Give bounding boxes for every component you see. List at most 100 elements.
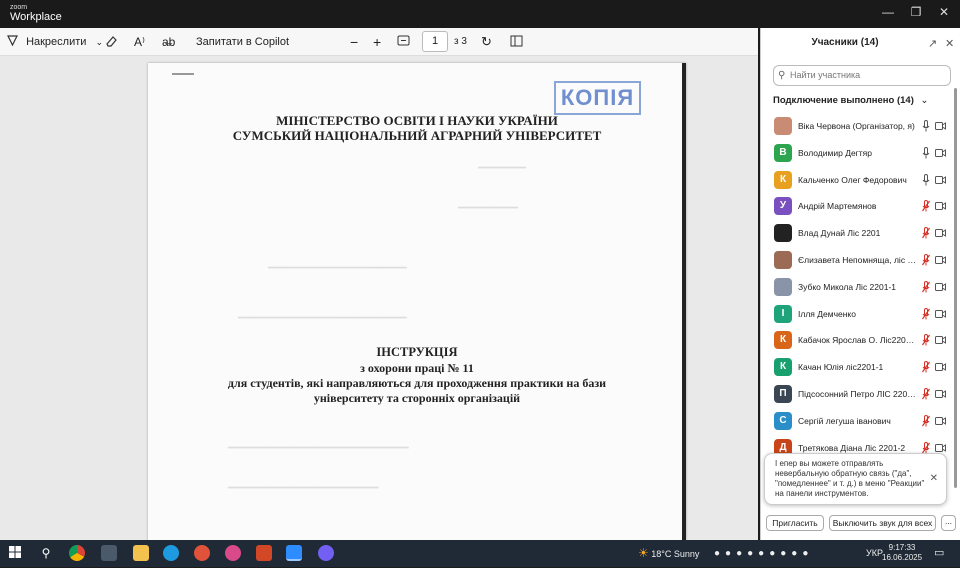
- participant-name: Кабачок Ярослав О. Ліс2201-1: [798, 335, 918, 346]
- maximize-icon[interactable]: ❐: [908, 5, 924, 19]
- connected-group-header[interactable]: Подключение выполнено (14) ⌄: [773, 95, 929, 106]
- rotate-icon[interactable]: ↻: [481, 28, 492, 56]
- system-tray-icons[interactable]: ●●●●●●●●●: [714, 540, 813, 567]
- video-off-icon[interactable]: [935, 229, 946, 238]
- search-placeholder: Найти участника: [790, 70, 861, 80]
- chrome-profile-2-icon[interactable]: [225, 545, 241, 561]
- mic-muted-icon[interactable]: [922, 200, 930, 212]
- eraser-icon[interactable]: [104, 28, 118, 56]
- close-panel-icon[interactable]: ✕: [945, 37, 954, 50]
- video-off-icon[interactable]: [935, 363, 946, 372]
- participant-row[interactable]: С Сергій легуша іванович: [761, 408, 951, 435]
- pdf-toolbar: Накреслити ⌄ A⁾ a̶b Запитати в Copilot −…: [0, 28, 758, 56]
- draw-label: Накреслити: [26, 36, 87, 48]
- language-indicator[interactable]: УКР: [866, 540, 883, 567]
- video-off-icon[interactable]: [935, 416, 946, 425]
- read-aloud-icon[interactable]: A⁾: [134, 28, 145, 56]
- invite-button[interactable]: Пригласить: [766, 515, 824, 531]
- participant-row[interactable]: Єлизавета Непомняща, ліс 22...: [761, 247, 951, 274]
- mic-muted-icon[interactable]: [922, 441, 930, 453]
- zoom-out-icon[interactable]: −: [350, 28, 358, 56]
- video-off-icon[interactable]: [935, 175, 946, 184]
- close-toast-icon[interactable]: ✕: [930, 474, 938, 484]
- participant-list-scrollbar[interactable]: [954, 88, 957, 488]
- brand-small: zoom: [10, 4, 28, 11]
- participant-row[interactable]: К Качан Юлія ліс2201-1: [761, 354, 951, 381]
- avatar: [774, 224, 792, 243]
- video-off-icon[interactable]: [935, 256, 946, 264]
- mic-icon[interactable]: [922, 173, 930, 186]
- avatar: [774, 117, 792, 135]
- more-button[interactable]: ...: [941, 515, 956, 531]
- video-off-icon[interactable]: [935, 336, 946, 345]
- avatar: [774, 251, 792, 269]
- mic-icon[interactable]: [922, 146, 930, 159]
- participant-name: Кальченко Олег Федорович: [798, 174, 907, 185]
- weather-sun-icon: ☀: [638, 546, 649, 560]
- video-off-icon[interactable]: [935, 202, 946, 211]
- bleed-through-text: ━━━━━━━━━━━━━━━━━━━━━━━━━━━━: [238, 313, 407, 324]
- bleed-through-text: ━━━━━━━━━━━━━━━━━━━━━━━━━━━━━━: [228, 443, 409, 454]
- translate-icon[interactable]: a̶b: [162, 28, 175, 56]
- ask-copilot-button[interactable]: Запитати в Copilot: [196, 28, 289, 56]
- close-icon[interactable]: ✕: [936, 5, 952, 19]
- video-off-icon[interactable]: [935, 282, 946, 291]
- file-explorer-icon[interactable]: [133, 545, 149, 561]
- document-page: КОПІЯ МІНІСТЕРСТВО ОСВІТИ І НАУКИ УКРАЇН…: [148, 63, 686, 540]
- video-off-icon[interactable]: [935, 390, 946, 398]
- search-input[interactable]: ⚲ Найти участника: [773, 65, 951, 86]
- mic-muted-icon[interactable]: [922, 227, 930, 239]
- bleed-through-text: ━━━━━━━━━━: [458, 203, 519, 214]
- weather-widget[interactable]: ☀ 18°C Sunny: [638, 540, 699, 568]
- participant-row[interactable]: К Кабачок Ярослав О. Ліс2201-1: [761, 327, 951, 354]
- pop-out-icon[interactable]: ↗: [928, 37, 937, 50]
- mic-muted-icon[interactable]: [922, 361, 930, 373]
- participant-row[interactable]: Влад Дунай Ліс 2201: [761, 220, 951, 247]
- fit-page-icon[interactable]: [397, 28, 410, 56]
- participant-row[interactable]: І Ілля Демченко: [761, 301, 951, 328]
- video-off-icon[interactable]: [935, 443, 946, 452]
- minimize-icon[interactable]: —: [880, 5, 896, 19]
- video-off-icon[interactable]: [935, 122, 946, 130]
- participant-row[interactable]: П Підсосонний Петро ЛІС 2201-2: [761, 381, 951, 408]
- chrome-profile-icon[interactable]: [194, 545, 210, 561]
- mic-muted-icon[interactable]: [922, 414, 930, 427]
- chrome-icon[interactable]: [69, 545, 85, 561]
- document-viewer[interactable]: КОПІЯ МІНІСТЕРСТВО ОСВІТИ І НАУКИ УКРАЇН…: [0, 56, 758, 540]
- participant-row[interactable]: В Володимир Дегтяр: [761, 140, 951, 167]
- chevron-down-icon: ⌄: [920, 95, 929, 106]
- avatar: І: [774, 304, 792, 323]
- participant-row[interactable]: Віка Червона (Організатор, я): [761, 113, 951, 140]
- participant-row[interactable]: У Андрій Мартемянов: [761, 193, 951, 220]
- windows-start-icon[interactable]: [8, 545, 24, 561]
- zoom-taskbar-icon[interactable]: [286, 545, 302, 561]
- weather-desc: Sunny: [673, 549, 700, 559]
- mic-muted-icon[interactable]: [922, 307, 930, 320]
- draw-tool[interactable]: Накреслити ⌄: [6, 28, 103, 56]
- mic-muted-icon[interactable]: [922, 280, 930, 293]
- viber-icon[interactable]: [318, 545, 334, 561]
- participant-row[interactable]: Зубко Микола Ліс 2201-1: [761, 274, 951, 301]
- participant-name: Віка Червона (Організатор, я): [798, 121, 915, 131]
- participants-panel: Учасники (14) ↗ ✕ ⚲ Найти участника Подк…: [760, 28, 960, 540]
- mic-icon[interactable]: [922, 120, 930, 132]
- mic-muted-icon[interactable]: [922, 254, 930, 266]
- page-number-input[interactable]: 1: [422, 31, 448, 52]
- zoom-in-icon[interactable]: +: [373, 28, 381, 56]
- avatar: У: [774, 197, 792, 216]
- participant-row[interactable]: Д Третякова Діана Ліс 2201-2: [761, 435, 951, 453]
- app-icon-1[interactable]: [101, 545, 117, 561]
- search-icon[interactable]: ⚲: [38, 545, 54, 561]
- notifications-icon[interactable]: ▭: [934, 540, 944, 567]
- mic-muted-icon[interactable]: [922, 388, 930, 400]
- participant-row[interactable]: К Кальченко Олег Федорович: [761, 167, 951, 194]
- mute-all-button[interactable]: Выключить звук для всех: [829, 515, 936, 531]
- connected-label: Подключение выполнено (14): [773, 95, 914, 106]
- video-off-icon[interactable]: [935, 148, 946, 157]
- mic-muted-icon[interactable]: [922, 334, 930, 346]
- page-view-icon[interactable]: [510, 28, 523, 56]
- office-icon[interactable]: [256, 545, 272, 561]
- edge-icon[interactable]: [163, 545, 179, 561]
- clock[interactable]: 9:17:33 16.06.2025: [882, 543, 922, 563]
- video-off-icon[interactable]: [935, 309, 946, 318]
